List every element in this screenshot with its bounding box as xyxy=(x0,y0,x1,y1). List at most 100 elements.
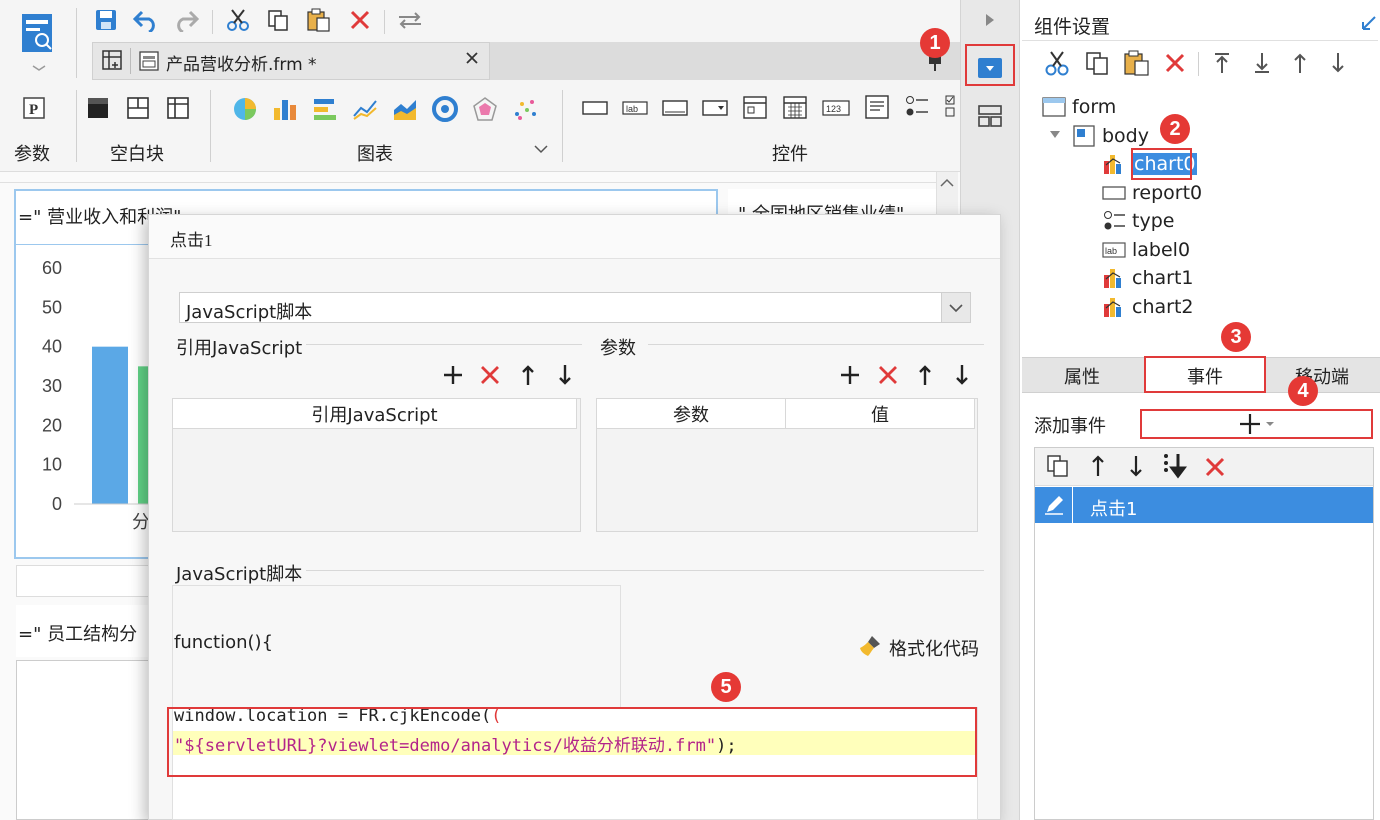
panel-delete-icon[interactable] xyxy=(1164,52,1186,74)
paste-icon[interactable] xyxy=(304,6,332,34)
tab-mobile[interactable]: 移动端 xyxy=(1264,358,1380,394)
type-widget[interactable] xyxy=(16,565,150,597)
blank-block-tab-icon[interactable] xyxy=(166,96,190,120)
move-top-icon[interactable] xyxy=(1212,52,1232,74)
annotation-box-2 xyxy=(1131,148,1192,180)
line-chart-icon[interactable] xyxy=(352,96,378,122)
report-widget-icon xyxy=(1102,182,1126,204)
label-icon: lab xyxy=(1102,239,1126,261)
save-icon[interactable] xyxy=(92,6,120,34)
copy-icon[interactable] xyxy=(264,6,292,34)
checkbox-widget-icon[interactable] xyxy=(944,94,960,120)
param-icon[interactable]: P xyxy=(22,96,46,120)
ref-js-delete-icon[interactable] xyxy=(480,365,500,385)
move-bottom-icon[interactable] xyxy=(1252,52,1272,74)
param-column-header[interactable]: 参数 xyxy=(597,399,786,429)
event-delete-icon[interactable] xyxy=(1204,456,1226,478)
textbox-widget-icon[interactable] xyxy=(582,98,608,118)
tree-node-report0[interactable]: report0 xyxy=(1102,179,1202,207)
annotation-box-3 xyxy=(1144,356,1266,393)
radar-chart-icon[interactable] xyxy=(472,96,498,122)
ref-js-column-header[interactable]: 引用JavaScript xyxy=(173,399,577,429)
tree-node-label0[interactable]: lab label0 xyxy=(1102,236,1190,264)
ref-js-add-icon[interactable] xyxy=(442,364,464,386)
annotation-badge-2: 2 xyxy=(1160,114,1190,144)
tree-node-body[interactable]: body xyxy=(1072,122,1149,150)
expand-right-icon[interactable] xyxy=(984,12,996,28)
select-dropdown-icon[interactable] xyxy=(941,293,970,322)
radio-group-widget-icon[interactable] xyxy=(904,94,930,120)
y-tick-label: 40 xyxy=(42,337,62,357)
combobox-widget-icon[interactable] xyxy=(702,98,728,118)
ribbon-group-widget: 控件 xyxy=(772,144,808,165)
app-logo[interactable] xyxy=(18,10,60,72)
param-add-icon[interactable] xyxy=(839,364,861,386)
number-widget-icon[interactable]: 123 xyxy=(822,98,850,118)
event-sort-icon[interactable] xyxy=(1162,452,1190,480)
delete-icon[interactable] xyxy=(346,6,374,34)
annotation-box-5 xyxy=(167,707,977,777)
form-icon xyxy=(1042,96,1066,118)
value-column-header[interactable]: 值 xyxy=(786,399,975,429)
chevron-down-icon[interactable] xyxy=(534,144,548,154)
tree-node-type[interactable]: type xyxy=(1102,207,1174,235)
swap-icon[interactable] xyxy=(396,6,424,34)
event-row-selected[interactable] xyxy=(1035,487,1373,523)
param-up-icon[interactable] xyxy=(915,364,935,386)
script-type-value: JavaScript脚本 xyxy=(186,302,313,323)
panel-copy-icon[interactable] xyxy=(1084,50,1110,76)
event-move-up-icon[interactable] xyxy=(1088,454,1108,478)
svg-text:lab: lab xyxy=(626,104,638,114)
ref-js-down-icon[interactable] xyxy=(555,364,575,386)
event-move-down-icon[interactable] xyxy=(1126,454,1146,478)
chart2-body xyxy=(16,660,150,820)
tab-properties[interactable]: 属性 xyxy=(1022,358,1142,394)
panel-paste-icon[interactable] xyxy=(1122,50,1150,76)
broom-icon[interactable] xyxy=(858,634,882,658)
date-widget-icon[interactable] xyxy=(742,94,768,120)
panel-cut-icon[interactable] xyxy=(1044,50,1070,76)
tree-label-type: type xyxy=(1132,210,1175,232)
chart-widget-icon xyxy=(1102,153,1126,175)
format-code-button[interactable]: 格式化代码 xyxy=(889,635,979,661)
tree-collapse-icon[interactable] xyxy=(1048,128,1062,140)
hbar-chart-icon[interactable] xyxy=(312,96,338,122)
textarea-widget-icon[interactable] xyxy=(864,94,890,120)
tree-label-label0: label0 xyxy=(1132,239,1191,261)
area-chart-icon[interactable] xyxy=(392,96,418,122)
undo-icon[interactable] xyxy=(132,6,160,34)
chart-widget-icon xyxy=(1102,296,1126,318)
tree-node-chart2[interactable]: chart2 xyxy=(1102,293,1193,321)
event-copy-icon[interactable] xyxy=(1046,454,1070,478)
ref-js-up-icon[interactable] xyxy=(518,364,538,386)
blank-block-split-icon[interactable] xyxy=(126,96,150,120)
scroll-up-icon[interactable] xyxy=(940,178,954,188)
redo-icon[interactable] xyxy=(172,6,200,34)
collapse-panel-icon[interactable] xyxy=(1360,14,1378,32)
y-tick-label: 20 xyxy=(42,415,62,435)
scatter-chart-icon[interactable] xyxy=(512,96,538,122)
bar-chart-icon[interactable] xyxy=(272,96,298,122)
tree-node-form[interactable]: form xyxy=(1042,93,1116,121)
edit-event-icon[interactable] xyxy=(1035,487,1073,523)
label-widget-icon[interactable]: lab xyxy=(622,98,648,118)
layout-icon[interactable] xyxy=(977,104,1003,128)
chart2-title: =" 员工结构分 xyxy=(18,624,138,645)
blank-block-solid-icon[interactable] xyxy=(86,96,110,120)
button-widget-icon[interactable] xyxy=(662,98,688,118)
grid-icon[interactable] xyxy=(100,48,124,72)
tree-node-chart1[interactable]: chart1 xyxy=(1102,264,1193,292)
pie-chart-icon[interactable] xyxy=(232,96,258,122)
calendar-widget-icon[interactable] xyxy=(782,94,808,120)
gauge-chart-icon[interactable] xyxy=(432,96,458,122)
param-delete-icon[interactable] xyxy=(878,365,898,385)
cut-icon[interactable] xyxy=(224,6,252,34)
move-down-icon[interactable] xyxy=(1328,52,1348,74)
bar-series-0[interactable] xyxy=(92,346,128,504)
move-up-icon[interactable] xyxy=(1290,52,1310,74)
annotation-badge-5: 5 xyxy=(711,672,741,702)
close-tab-icon[interactable] xyxy=(464,50,480,66)
tree-label-form: form xyxy=(1072,96,1117,118)
y-tick-label: 30 xyxy=(42,376,62,396)
param-down-icon[interactable] xyxy=(952,364,972,386)
